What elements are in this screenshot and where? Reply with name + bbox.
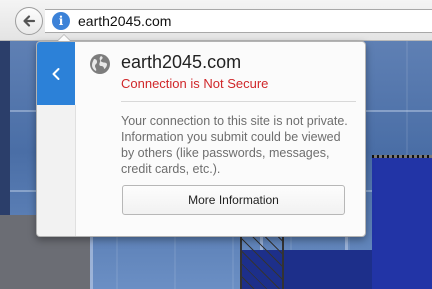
popup-arrow-fill [58,35,70,41]
more-information-button[interactable]: More Information [122,185,345,215]
chevron-left-icon [52,67,60,80]
site-info-icon[interactable]: i [52,12,70,30]
divider [121,101,356,102]
url-text[interactable]: earth2045.com [78,12,171,30]
popup-side-strip [37,105,76,236]
site-identity-popup: earth2045.com Connection is Not Secure Y… [36,41,366,237]
security-description: Your connection to this site is not priv… [121,114,348,176]
popup-back-button[interactable] [37,42,75,105]
globe-icon [90,54,110,74]
back-arrow-icon [23,15,36,27]
background-screen [372,155,432,289]
back-button[interactable] [15,7,43,35]
security-status: Connection is Not Secure [121,76,269,91]
site-name: earth2045.com [121,52,242,72]
